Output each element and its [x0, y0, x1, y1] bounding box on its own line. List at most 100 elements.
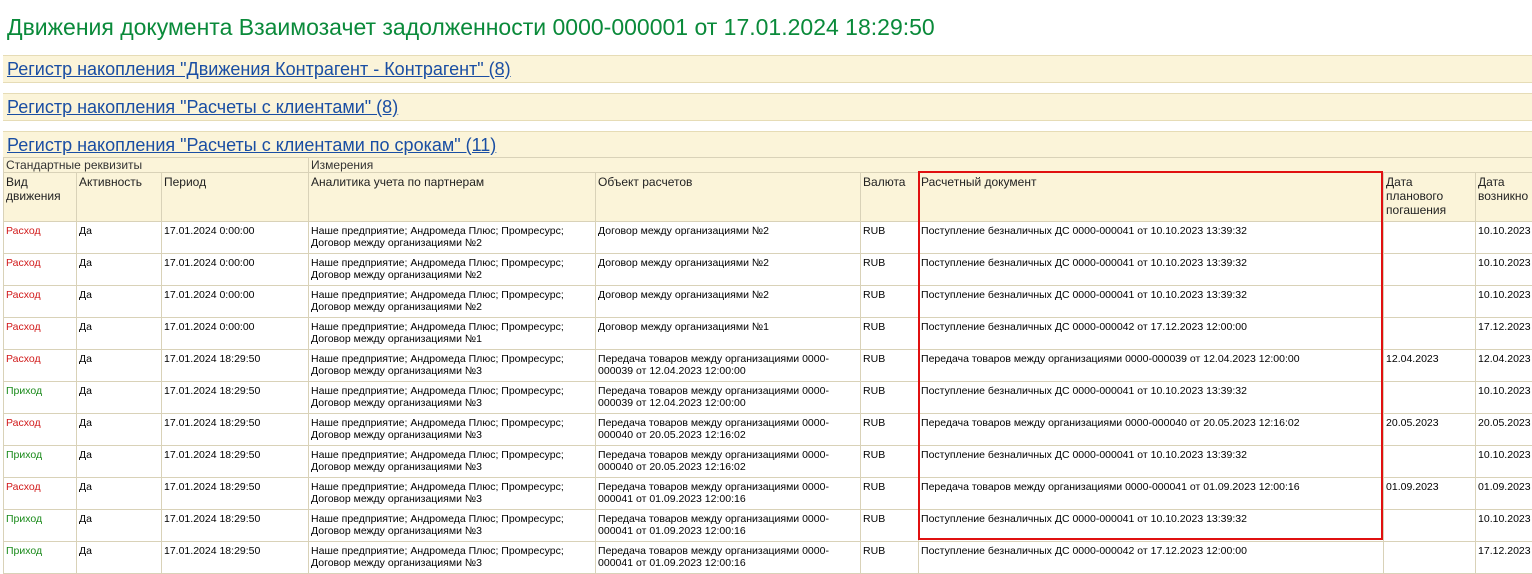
- cell-period: 17.01.2024 18:29:50: [162, 542, 309, 574]
- page-title: Движения документа Взаимозачет задолженн…: [7, 14, 935, 41]
- cell-plan-date: [1384, 382, 1476, 414]
- col-header-kind[interactable]: Вид движения: [4, 173, 77, 222]
- cell-settlement-doc: Поступление безналичных ДС 0000-000042 о…: [919, 318, 1384, 350]
- cell-analytics: Наше предприятие; Андромеда Плюс; Промре…: [309, 510, 596, 542]
- cell-origin-date: 12.04.2023: [1476, 350, 1532, 382]
- col-header-active[interactable]: Активность: [77, 173, 162, 222]
- cell-active: Да: [77, 222, 162, 254]
- section-link-client-settlements-terms[interactable]: Регистр накопления "Расчеты с клиентами …: [7, 135, 496, 156]
- cell-currency: RUB: [861, 318, 919, 350]
- col-header-plan-date[interactable]: Дата планового погашения: [1384, 173, 1476, 222]
- cell-object: Договор между организациями №1: [596, 318, 861, 350]
- cell-object: Договор между организациями №2: [596, 286, 861, 318]
- cell-kind: Расход: [4, 350, 77, 382]
- table-row[interactable]: РасходДа17.01.2024 0:00:00Наше предприят…: [4, 318, 1532, 350]
- cell-analytics: Наше предприятие; Андромеда Плюс; Промре…: [309, 286, 596, 318]
- cell-analytics: Наше предприятие; Андромеда Плюс; Промре…: [309, 254, 596, 286]
- table-row[interactable]: РасходДа17.01.2024 0:00:00Наше предприят…: [4, 222, 1532, 254]
- cell-active: Да: [77, 446, 162, 478]
- cell-active: Да: [77, 350, 162, 382]
- cell-currency: RUB: [861, 350, 919, 382]
- cell-active: Да: [77, 254, 162, 286]
- col-header-object[interactable]: Объект расчетов: [596, 173, 861, 222]
- cell-currency: RUB: [861, 446, 919, 478]
- cell-period: 17.01.2024 18:29:50: [162, 510, 309, 542]
- col-header-analytics[interactable]: Аналитика учета по партнерам: [309, 173, 596, 222]
- cell-kind: Расход: [4, 318, 77, 350]
- cell-active: Да: [77, 542, 162, 574]
- cell-analytics: Наше предприятие; Андромеда Плюс; Промре…: [309, 478, 596, 510]
- cell-settlement-doc: Передача товаров между организациями 000…: [919, 414, 1384, 446]
- table-row[interactable]: ПриходДа17.01.2024 18:29:50Наше предприя…: [4, 510, 1532, 542]
- cell-object: Передача товаров между организациями 000…: [596, 414, 861, 446]
- table-row[interactable]: РасходДа17.01.2024 0:00:00Наше предприят…: [4, 254, 1532, 286]
- column-group-row: Стандартные реквизиты Измерения: [4, 158, 1532, 173]
- cell-kind: Расход: [4, 254, 77, 286]
- section-bar-client-settlements: Регистр накопления "Расчеты с клиентами"…: [3, 93, 1532, 121]
- cell-period: 17.01.2024 0:00:00: [162, 318, 309, 350]
- table-row[interactable]: ПриходДа17.01.2024 18:29:50Наше предприя…: [4, 446, 1532, 478]
- cell-kind: Расход: [4, 286, 77, 318]
- section-link-client-settlements[interactable]: Регистр накопления "Расчеты с клиентами"…: [7, 97, 398, 118]
- cell-kind: Приход: [4, 510, 77, 542]
- cell-object: Передача товаров между организациями 000…: [596, 510, 861, 542]
- col-header-currency[interactable]: Валюта: [861, 173, 919, 222]
- cell-period: 17.01.2024 0:00:00: [162, 286, 309, 318]
- cell-kind: Приход: [4, 542, 77, 574]
- cell-currency: RUB: [861, 222, 919, 254]
- cell-origin-date: 10.10.2023: [1476, 222, 1532, 254]
- cell-currency: RUB: [861, 478, 919, 510]
- cell-currency: RUB: [861, 382, 919, 414]
- cell-object: Договор между организациями №2: [596, 254, 861, 286]
- cell-plan-date: [1384, 318, 1476, 350]
- table-row[interactable]: РасходДа17.01.2024 18:29:50Наше предприя…: [4, 478, 1532, 510]
- col-header-origin-date[interactable]: Дата возникно: [1476, 173, 1532, 222]
- cell-plan-date: [1384, 510, 1476, 542]
- cell-period: 17.01.2024 0:00:00: [162, 254, 309, 286]
- cell-currency: RUB: [861, 286, 919, 318]
- cell-kind: Приход: [4, 446, 77, 478]
- col-header-period[interactable]: Период: [162, 173, 309, 222]
- column-header-row: Вид движения Активность Период Аналитика…: [4, 173, 1532, 222]
- group-dimensions: Измерения: [309, 158, 1532, 173]
- cell-settlement-doc: Поступление безналичных ДС 0000-000041 о…: [919, 382, 1384, 414]
- cell-origin-date: 17.12.2023: [1476, 542, 1532, 574]
- cell-object: Передача товаров между организациями 000…: [596, 478, 861, 510]
- cell-active: Да: [77, 286, 162, 318]
- cell-origin-date: 01.09.2023: [1476, 478, 1532, 510]
- table-row[interactable]: РасходДа17.01.2024 18:29:50Наше предприя…: [4, 414, 1532, 446]
- cell-analytics: Наше предприятие; Андромеда Плюс; Промре…: [309, 414, 596, 446]
- cell-object: Передача товаров между организациями 000…: [596, 382, 861, 414]
- cell-kind: Расход: [4, 414, 77, 446]
- cell-settlement-doc: Передача товаров между организациями 000…: [919, 478, 1384, 510]
- table-row[interactable]: ПриходДа17.01.2024 18:29:50Наше предприя…: [4, 542, 1532, 574]
- cell-active: Да: [77, 382, 162, 414]
- cell-origin-date: 10.10.2023: [1476, 254, 1532, 286]
- col-header-settlement-doc[interactable]: Расчетный документ: [919, 173, 1384, 222]
- cell-kind: Расход: [4, 222, 77, 254]
- cell-settlement-doc: Поступление безналичных ДС 0000-000041 о…: [919, 446, 1384, 478]
- section-bar-client-settlements-terms: Регистр накопления "Расчеты с клиентами …: [3, 131, 1532, 159]
- cell-object: Передача товаров между организациями 000…: [596, 350, 861, 382]
- cell-plan-date: 01.09.2023: [1384, 478, 1476, 510]
- table-row[interactable]: РасходДа17.01.2024 18:29:50Наше предприя…: [4, 350, 1532, 382]
- cell-origin-date: 17.12.2023: [1476, 318, 1532, 350]
- cell-analytics: Наше предприятие; Андромеда Плюс; Промре…: [309, 446, 596, 478]
- cell-active: Да: [77, 478, 162, 510]
- section-link-contractor-movements[interactable]: Регистр накопления "Движения Контрагент …: [7, 59, 511, 80]
- cell-currency: RUB: [861, 542, 919, 574]
- cell-period: 17.01.2024 18:29:50: [162, 478, 309, 510]
- table-row[interactable]: ПриходДа17.01.2024 18:29:50Наше предприя…: [4, 382, 1532, 414]
- cell-analytics: Наше предприятие; Андромеда Плюс; Промре…: [309, 542, 596, 574]
- cell-settlement-doc: Поступление безналичных ДС 0000-000041 о…: [919, 286, 1384, 318]
- cell-analytics: Наше предприятие; Андромеда Плюс; Промре…: [309, 318, 596, 350]
- cell-period: 17.01.2024 18:29:50: [162, 446, 309, 478]
- cell-currency: RUB: [861, 510, 919, 542]
- cell-origin-date: 10.10.2023: [1476, 286, 1532, 318]
- cell-settlement-doc: Поступление безналичных ДС 0000-000041 о…: [919, 254, 1384, 286]
- cell-currency: RUB: [861, 254, 919, 286]
- cell-plan-date: 20.05.2023: [1384, 414, 1476, 446]
- cell-object: Передача товаров между организациями 000…: [596, 446, 861, 478]
- table-row[interactable]: РасходДа17.01.2024 0:00:00Наше предприят…: [4, 286, 1532, 318]
- section-bar-contractor-movements: Регистр накопления "Движения Контрагент …: [3, 55, 1532, 83]
